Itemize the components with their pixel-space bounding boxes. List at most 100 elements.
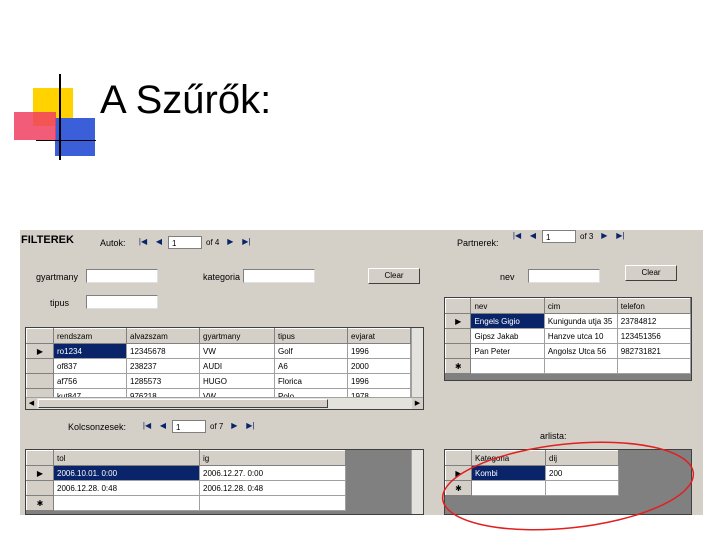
- kolcsonzes-grid[interactable]: tol ig ▶ 2006.10.01. 0:00 2006.12.27. 0:…: [25, 449, 424, 515]
- table-cell[interactable]: Engels Gigio: [470, 313, 545, 329]
- column-header[interactable]: telefon: [616, 298, 691, 314]
- column-header[interactable]: gyartmany: [199, 328, 275, 344]
- next-record-icon[interactable]: ▶: [227, 419, 241, 433]
- vertical-scrollbar[interactable]: [411, 328, 423, 400]
- table-cell[interactable]: 238237: [126, 358, 200, 374]
- prev-record-icon[interactable]: ◀: [152, 235, 166, 249]
- table-cell[interactable]: Pan Peter: [470, 343, 545, 359]
- kolcsonzes-record-navigator: |◀ ◀ 1 of 7 ▶ ▶|: [140, 418, 257, 434]
- first-record-icon[interactable]: |◀: [510, 230, 524, 243]
- gyartmany-filter-input[interactable]: [86, 269, 158, 283]
- table-cell[interactable]: [53, 495, 200, 511]
- clear-partner-button[interactable]: Clear: [625, 265, 677, 281]
- highlight-ellipse: [441, 441, 695, 531]
- table-cell[interactable]: Hanzve utca 10: [543, 328, 618, 344]
- next-record-icon[interactable]: ▶: [597, 230, 611, 243]
- table-row[interactable]: 2006.12.28. 0:48 2006.12.28. 0:48: [26, 480, 346, 496]
- last-record-icon[interactable]: ▶|: [239, 235, 253, 249]
- table-row[interactable]: Pan Peter Angolsz Utca 56 982731821: [445, 343, 691, 359]
- column-header[interactable]: cim: [543, 298, 618, 314]
- next-record-icon[interactable]: ▶: [223, 235, 237, 249]
- table-cell[interactable]: [470, 358, 545, 374]
- column-header[interactable]: ig: [199, 450, 346, 466]
- first-record-icon[interactable]: |◀: [140, 419, 154, 433]
- table-cell[interactable]: 1996: [347, 373, 411, 389]
- column-header[interactable]: tipus: [274, 328, 348, 344]
- table-cell[interactable]: Angolsz Utca 56: [543, 343, 618, 359]
- table-cell[interactable]: Gipsz Jakab: [470, 328, 545, 344]
- row-header: [26, 480, 54, 496]
- table-cell[interactable]: 982731821: [616, 343, 691, 359]
- table-row[interactable]: ▶ Engels Gigio Kunigunda utja 35 2378481…: [445, 313, 691, 329]
- new-row[interactable]: ✱: [445, 358, 691, 374]
- partner-position-field[interactable]: 1: [542, 230, 576, 243]
- new-row-icon: ✱: [445, 358, 472, 374]
- kategoria-filter-input[interactable]: [243, 269, 315, 283]
- tipus-filter-input[interactable]: [86, 295, 158, 309]
- column-header[interactable]: rendszam: [53, 328, 127, 344]
- table-cell[interactable]: [616, 358, 691, 374]
- table-cell[interactable]: Kunigunda utja 35: [543, 313, 618, 329]
- table-cell[interactable]: 2006.12.28. 0:48: [53, 480, 200, 496]
- prev-record-icon[interactable]: ◀: [156, 419, 170, 433]
- row-header-corner: [26, 450, 54, 466]
- row-header-corner: [445, 298, 472, 314]
- table-cell[interactable]: af756: [53, 373, 127, 389]
- table-cell[interactable]: VW: [199, 343, 275, 359]
- table-cell[interactable]: 2006.10.01. 0:00: [53, 465, 200, 481]
- table-cell[interactable]: 2006.12.27. 0:00: [199, 465, 346, 481]
- auto-position-field[interactable]: 1: [168, 235, 202, 249]
- row-header: [26, 373, 54, 389]
- horizontal-scrollbar[interactable]: ◀ ▶: [26, 397, 423, 409]
- table-row[interactable]: af756 1285573 HUGO Florica 1996: [26, 373, 411, 389]
- table-cell[interactable]: [199, 495, 346, 511]
- table-row[interactable]: ▶ 2006.10.01. 0:00 2006.12.27. 0:00: [26, 465, 346, 481]
- partner-of-label: of 3: [580, 231, 594, 241]
- column-header[interactable]: evjarat: [347, 328, 411, 344]
- first-record-icon[interactable]: |◀: [136, 235, 150, 249]
- table-cell[interactable]: of837: [53, 358, 127, 374]
- table-cell[interactable]: 2006.12.28. 0:48: [199, 480, 346, 496]
- scroll-right-icon[interactable]: ▶: [412, 398, 423, 409]
- table-cell[interactable]: HUGO: [199, 373, 275, 389]
- clear-autok-button[interactable]: Clear: [368, 268, 420, 284]
- new-row[interactable]: ✱: [26, 495, 346, 511]
- table-cell[interactable]: AUDI: [199, 358, 275, 374]
- table-cell[interactable]: 23784812: [616, 313, 691, 329]
- kolcsonzes-table: tol ig ▶ 2006.10.01. 0:00 2006.12.27. 0:…: [26, 450, 346, 511]
- table-row[interactable]: of837 238237 AUDI A6 2000: [26, 358, 411, 374]
- column-header[interactable]: alvazszam: [126, 328, 200, 344]
- table-cell[interactable]: Florica: [274, 373, 348, 389]
- table-cell[interactable]: [543, 358, 618, 374]
- scrollbar-thumb[interactable]: [38, 399, 328, 408]
- scroll-left-icon[interactable]: ◀: [26, 398, 37, 409]
- table-cell[interactable]: Golf: [274, 343, 348, 359]
- table-cell[interactable]: 1996: [347, 343, 411, 359]
- tipus-label: tipus: [50, 298, 70, 308]
- table-cell[interactable]: 123451356: [616, 328, 691, 344]
- table-cell[interactable]: ro1234: [53, 343, 127, 359]
- nev-label: nev: [500, 272, 515, 282]
- table-row[interactable]: Gipsz Jakab Hanzve utca 10 123451356: [445, 328, 691, 344]
- last-record-icon[interactable]: ▶|: [243, 419, 257, 433]
- table-row[interactable]: ▶ ro1234 12345678 VW Golf 1996: [26, 343, 411, 359]
- last-record-icon[interactable]: ▶|: [613, 230, 627, 243]
- table-cell[interactable]: 12345678: [126, 343, 200, 359]
- column-header[interactable]: tol: [53, 450, 200, 466]
- vertical-scrollbar[interactable]: [411, 450, 423, 514]
- table-cell[interactable]: 1285573: [126, 373, 200, 389]
- nev-filter-input[interactable]: [528, 269, 600, 283]
- column-header[interactable]: nev: [470, 298, 545, 314]
- partner-nav-label: Partnerek:: [457, 238, 499, 248]
- table-cell[interactable]: A6: [274, 358, 348, 374]
- kolcsonzes-position-field[interactable]: 1: [172, 419, 206, 433]
- app-header: FILTEREK: [21, 234, 74, 246]
- partner-record-navigator: |◀ ◀ 1 of 3 ▶ ▶|: [510, 230, 627, 244]
- autok-grid[interactable]: rendszam alvazszam gyartmany tipus evjar…: [25, 327, 424, 410]
- kategoria-label: kategoria: [203, 272, 241, 282]
- row-header-corner: [26, 328, 54, 344]
- prev-record-icon[interactable]: ◀: [526, 230, 540, 243]
- row-header: [445, 343, 472, 359]
- table-cell[interactable]: 2000: [347, 358, 411, 374]
- partner-grid[interactable]: nev cim telefon ▶ Engels Gigio Kunigunda…: [444, 297, 692, 381]
